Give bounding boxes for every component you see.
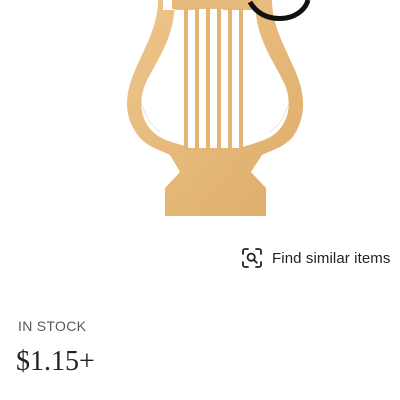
lyre-crossbar (172, 0, 258, 9)
lyre-strings (184, 8, 243, 150)
stock-status: IN STOCK (18, 318, 87, 334)
lyre-illustration (127, 0, 311, 216)
find-similar-label: Find similar items (272, 249, 391, 267)
price: $1.15+ (16, 346, 95, 377)
find-similar-button[interactable]: Find similar items (240, 244, 390, 272)
lyre-frame (127, 0, 304, 216)
visual-search-icon (240, 246, 264, 270)
product-image[interactable] (0, 0, 400, 230)
